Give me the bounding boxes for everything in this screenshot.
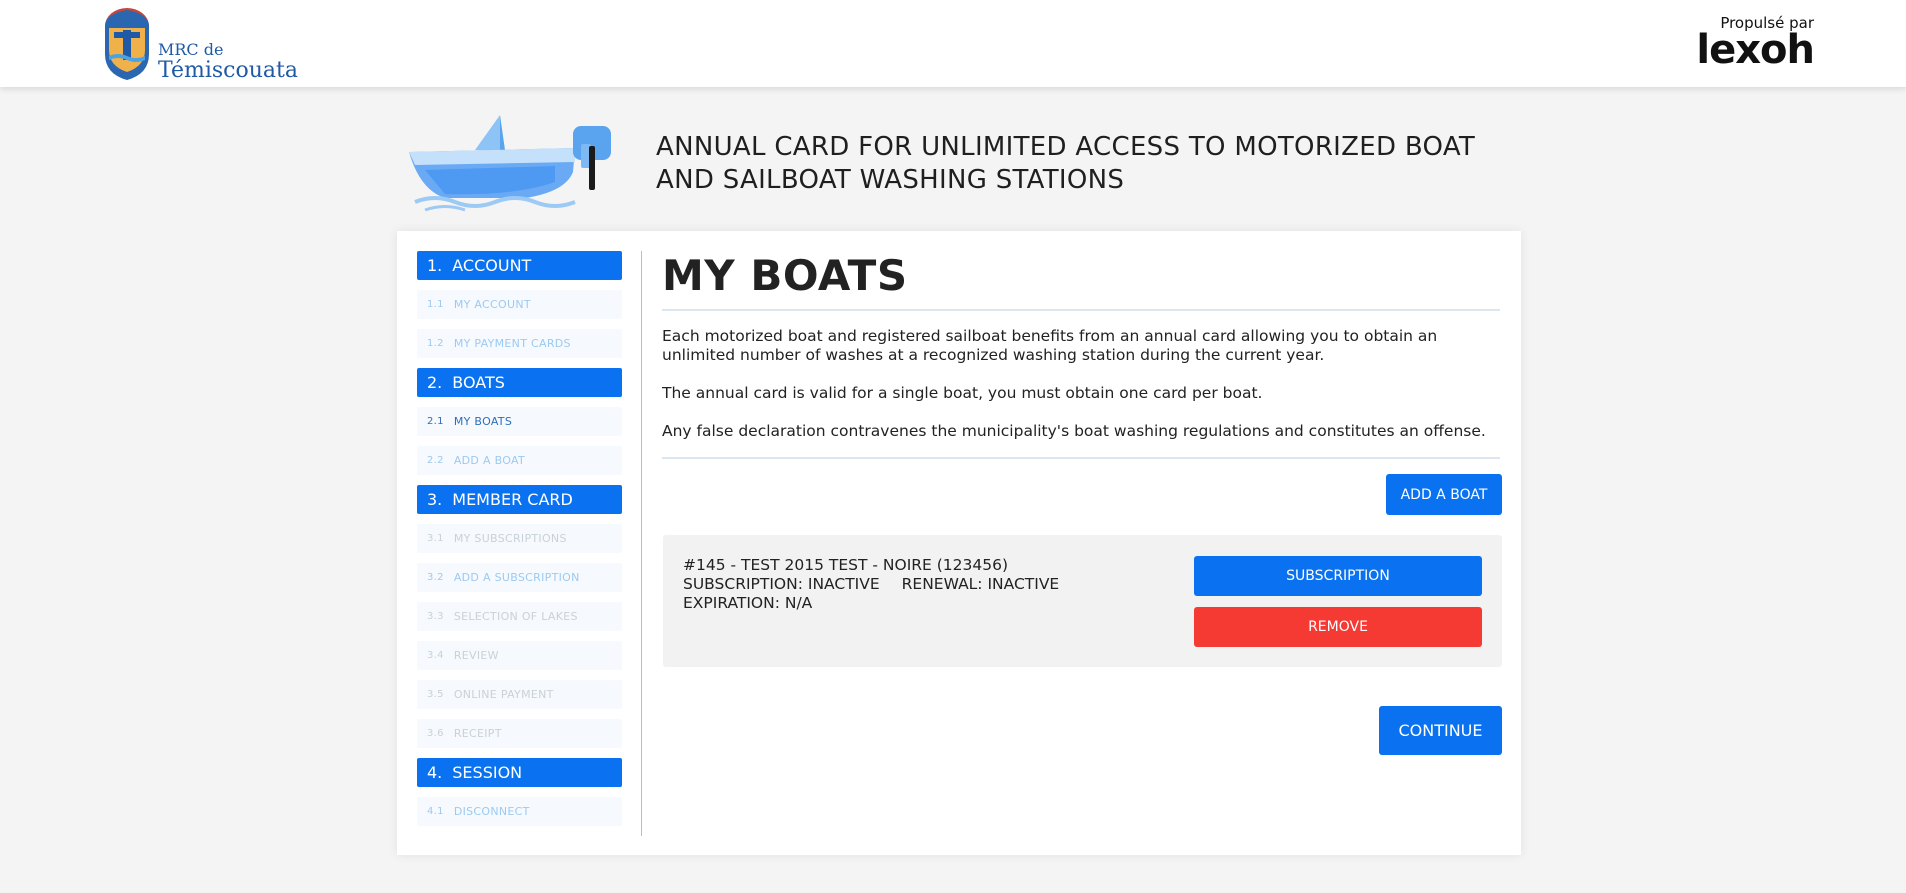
sidebar-item-label: REVIEW	[453, 649, 499, 662]
sidebar-item-label: ADD A BOAT	[453, 454, 526, 467]
sidebar-item-label: MY ACCOUNT	[453, 298, 531, 311]
boat-name: #145 - TEST 2015 TEST - NOIRE (123456)	[683, 556, 1009, 574]
logo-line1: MRC de	[158, 40, 224, 59]
sidebar-item-my-payment-cards[interactable]: 1.2 MY PAYMENT CARDS	[417, 329, 622, 358]
boat-illustration-icon	[409, 115, 611, 212]
sidebar-item-disconnect[interactable]: 4.1 DISCONNECT	[417, 797, 622, 826]
sidebar-item-label: ADD A SUBSCRIPTION	[453, 571, 580, 584]
page-banner-title: ANNUAL CARD FOR UNLIMITED ACCESS TO MOTO…	[656, 132, 1476, 195]
description: Each motorized boat and registered sailb…	[662, 327, 1500, 441]
top-header: MRC de Témiscouata Propulsé par lexoh	[0, 0, 1906, 87]
lexoh-logo: lexoh	[1696, 27, 1815, 73]
description-paragraph: The annual card is valid for a single bo…	[662, 384, 1263, 402]
expiration-date: EXPIRATION: N/A	[683, 594, 813, 612]
sidebar-item-my-account[interactable]: 1.1 MY ACCOUNT	[417, 290, 622, 319]
sidebar-item-label: MY SUBSCRIPTIONS	[453, 532, 567, 545]
sidebar-item-label: MY PAYMENT CARDS	[453, 337, 571, 350]
sidebar-item-label: RECEIPT	[453, 727, 502, 740]
boat-card: #145 - TEST 2015 TEST - NOIRE (123456) S…	[663, 535, 1502, 667]
sidebar-section-label: MEMBER CARD	[452, 490, 573, 509]
renewal-status: RENEWAL: INACTIVE	[901, 575, 1060, 593]
sidebar-section-label: SESSION	[452, 763, 523, 782]
logo-line2: Témiscouata	[158, 58, 298, 83]
sidebar-item-label: MY BOATS	[453, 415, 513, 428]
title-divider	[662, 309, 1500, 311]
mrc-logo[interactable]: MRC de Témiscouata	[100, 4, 300, 84]
sidebar: 1. ACCOUNT 1.1 MY ACCOUNT 1.2 MY PAYMENT CA…	[417, 251, 622, 836]
sidebar-section-member-card[interactable]: 3. MEMBER CARD	[417, 485, 622, 514]
sidebar-item-label: ONLINE PAYMENT	[453, 688, 554, 701]
page-title: MY BOATS	[662, 251, 908, 300]
sidebar-section-boats[interactable]: 2. BOATS	[417, 368, 622, 397]
sidebar-divider	[641, 251, 642, 836]
subscription-button[interactable]: SUBSCRIPTION	[1194, 556, 1482, 596]
sidebar-item-my-boats[interactable]: 2.1 MY BOATS	[417, 407, 622, 436]
add-boat-button[interactable]: ADD A BOAT	[1386, 474, 1502, 515]
sidebar-section-label: ACCOUNT	[452, 256, 532, 275]
description-divider	[662, 457, 1500, 459]
sidebar-item-add-a-subscription[interactable]: 3.2 ADD A SUBSCRIPTION	[417, 563, 622, 592]
powered-by[interactable]: Propulsé par lexoh	[1696, 14, 1815, 73]
sidebar-item-label: DISCONNECT	[453, 805, 530, 818]
sidebar-item-selection-of-lakes: 3.3 SELECTION OF LAKES	[417, 602, 622, 631]
coat-of-arms-icon	[105, 8, 149, 80]
sidebar-item-online-payment: 3.5 ONLINE PAYMENT	[417, 680, 622, 709]
main-content: MY BOATS Each motorized boat and registe…	[662, 251, 1500, 459]
description-paragraph: Any false declaration contravenes the mu…	[662, 422, 1486, 440]
remove-boat-button[interactable]: REMOVE	[1194, 607, 1482, 647]
description-paragraph: Each motorized boat and registered sailb…	[662, 327, 1438, 364]
sidebar-section-session[interactable]: 4. SESSION	[417, 758, 622, 787]
boat-info: #145 - TEST 2015 TEST - NOIRE (123456) S…	[683, 556, 1059, 613]
sidebar-item-label: SELECTION OF LAKES	[453, 610, 578, 623]
sidebar-section-label: BOATS	[452, 373, 505, 392]
sidebar-item-my-subscriptions: 3.1 MY SUBSCRIPTIONS	[417, 524, 622, 553]
sidebar-item-add-a-boat[interactable]: 2.2 ADD A BOAT	[417, 446, 622, 475]
sidebar-section-account[interactable]: 1. ACCOUNT	[417, 251, 622, 280]
sidebar-item-receipt: 3.6 RECEIPT	[417, 719, 622, 748]
continue-button[interactable]: CONTINUE	[1379, 706, 1502, 755]
subscription-status: SUBSCRIPTION: INACTIVE	[683, 575, 880, 593]
sidebar-item-review: 3.4 REVIEW	[417, 641, 622, 670]
